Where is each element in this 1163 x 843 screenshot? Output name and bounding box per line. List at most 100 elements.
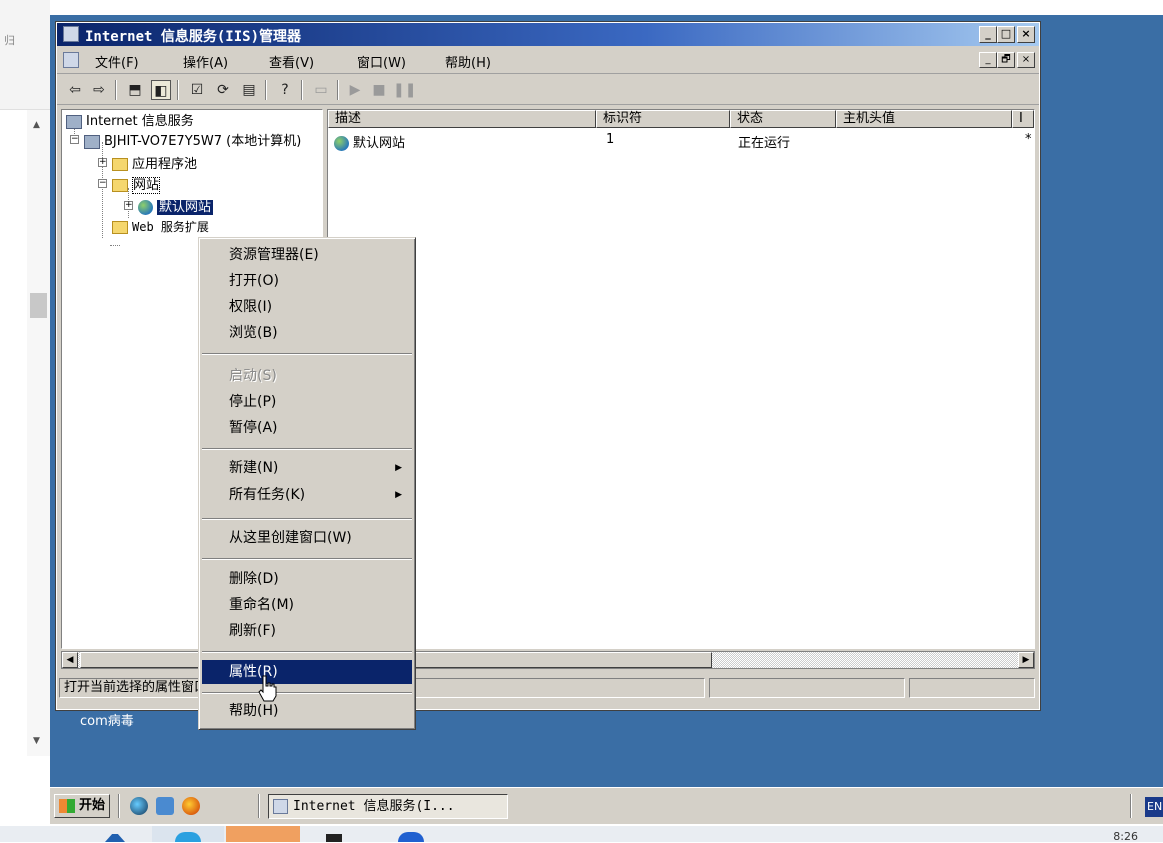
row-ip: * <box>1025 132 1032 147</box>
back-icon[interactable]: ⇦ <box>65 80 85 100</box>
menu-item-all-tasks[interactable]: 所有任务(K) ▶ <box>202 483 412 507</box>
menu-item-new[interactable]: 新建(N) ▶ <box>202 456 412 480</box>
mdi-restore-button[interactable]: 🗗 <box>997 52 1015 68</box>
menu-item-refresh[interactable]: 刷新(F) <box>202 619 412 643</box>
menu-item-rename[interactable]: 重命名(M) <box>202 593 412 617</box>
console-icon[interactable] <box>63 52 79 68</box>
menu-item-stop[interactable]: 停止(P) <box>202 390 412 414</box>
toolbar-separator <box>115 80 117 100</box>
host-peek-text: 归 <box>4 34 15 47</box>
collapse-websites-icon[interactable]: − <box>98 179 107 188</box>
folder-icon <box>112 179 128 192</box>
scroll-up-arrow-icon[interactable]: ▲ <box>33 120 40 130</box>
taskbar-iis-button[interactable]: Internet 信息服务(I... <box>268 794 508 819</box>
host-home-icon[interactable] <box>105 830 125 842</box>
website-globe-icon <box>138 200 153 215</box>
toolbar-separator <box>177 80 179 100</box>
export-icon[interactable]: ▤ <box>239 80 259 100</box>
scroll-down-arrow-icon[interactable]: ▼ <box>33 736 40 746</box>
menu-item-new-window[interactable]: 从这里创建窗口(W) <box>202 526 412 550</box>
column-header-ip[interactable]: I <box>1012 110 1034 128</box>
firefox-icon[interactable] <box>182 797 200 815</box>
status-panel <box>909 678 1035 698</box>
ie-icon[interactable] <box>130 797 148 815</box>
collapse-server-icon[interactable]: − <box>70 135 79 144</box>
menu-item-browse[interactable]: 浏览(B) <box>202 321 412 345</box>
menu-item-pause[interactable]: 暂停(A) <box>202 416 412 440</box>
up-folder-icon[interactable]: ⬒ <box>125 80 145 100</box>
menu-item-properties[interactable]: 属性(R) <box>202 660 412 684</box>
tree-node-web-ext[interactable]: Web 服务扩展 <box>112 218 209 235</box>
help-icon[interactable]: ? <box>275 80 295 100</box>
host-active-tile[interactable] <box>226 826 300 842</box>
mdi-minimize-button[interactable]: _ <box>979 52 997 68</box>
menu-help[interactable]: 帮助(H) <box>445 52 491 71</box>
close-button[interactable]: × <box>1017 26 1035 43</box>
tree-app-pools-label: 应用程序池 <box>132 157 198 172</box>
host-browser-icon[interactable] <box>175 832 201 842</box>
host-vertical-scrollbar[interactable]: ▲ ▼ <box>27 110 50 756</box>
menu-separator <box>202 692 412 694</box>
menu-action[interactable]: 操作(A) <box>183 52 228 71</box>
menu-item-permissions[interactable]: 权限(I) <box>202 295 412 319</box>
maximize-button[interactable]: □ <box>997 26 1015 43</box>
title-bar[interactable]: Internet 信息服务(IIS)管理器 _ □ × <box>57 23 1039 46</box>
column-header-identifier[interactable]: 标识符 <box>596 110 730 128</box>
menu-item-delete[interactable]: 删除(D) <box>202 567 412 591</box>
context-menu: 资源管理器(E) 打开(O) 权限(I) 浏览(B) 启动(S) 停止(P) 暂… <box>198 237 416 730</box>
refresh-icon[interactable]: ⟳ <box>213 80 233 100</box>
tree-websites-label: 网站 <box>132 177 161 194</box>
menu-item-label: 从这里创建窗口(W) <box>229 530 352 546</box>
properties-icon[interactable]: ☑ <box>187 80 207 100</box>
tree-node-default-site[interactable]: 默认网站 <box>138 196 214 215</box>
submenu-arrow-icon: ▶ <box>395 490 402 500</box>
language-indicator[interactable]: EN <box>1145 797 1163 817</box>
scroll-left-arrow-icon[interactable]: ◀ <box>62 652 78 668</box>
iis-root-icon <box>66 114 82 129</box>
expand-default-site-icon[interactable]: + <box>124 201 133 210</box>
tree-node-server[interactable]: BJHIT-VO7E7Y5W7 (本地计算机) <box>84 130 301 149</box>
host-app-icon[interactable] <box>398 832 424 842</box>
start-button[interactable]: 开始 <box>54 794 110 818</box>
menu-file[interactable]: 文件(F) <box>95 52 139 71</box>
show-desktop-icon[interactable] <box>156 797 174 815</box>
host-app-icon[interactable] <box>326 834 342 842</box>
menu-item-explore[interactable]: 资源管理器(E) <box>202 243 412 267</box>
list-pane[interactable]: 描述 标识符 状态 主机头值 I 默认网站 1 正在运行 * <box>327 109 1035 649</box>
menu-separator <box>202 518 412 520</box>
expand-app-pools-icon[interactable]: + <box>98 158 107 167</box>
table-row[interactable]: 默认网站 <box>334 132 405 151</box>
menu-window[interactable]: 窗口(W) <box>357 52 406 71</box>
row-description: 默认网站 <box>353 136 406 151</box>
column-header-host[interactable]: 主机头值 <box>836 110 1012 128</box>
menu-bar: 文件(F) 操作(A) 查看(V) 窗口(W) 帮助(H) _ 🗗 × <box>57 46 1039 74</box>
start-label: 开始 <box>79 798 106 813</box>
mdi-close-button[interactable]: × <box>1017 52 1035 68</box>
tree-node-websites[interactable]: 网站 <box>112 174 161 194</box>
menu-item-label: 权限(I) <box>229 299 273 315</box>
menu-item-label: 资源管理器(E) <box>229 247 319 263</box>
menu-item-help[interactable]: 帮助(H) <box>202 699 412 723</box>
scroll-thumb[interactable] <box>30 293 47 318</box>
tree-node-app-pools[interactable]: 应用程序池 <box>112 153 197 172</box>
server-icon <box>84 134 100 149</box>
desktop-icon-label[interactable]: com病毒 <box>80 710 134 729</box>
toolbar-separator <box>337 80 339 100</box>
tree-node-root[interactable]: Internet 信息服务 <box>66 110 194 129</box>
tree-line <box>110 245 120 246</box>
menu-item-open[interactable]: 打开(O) <box>202 269 412 293</box>
taskbar-separator <box>118 794 120 818</box>
forward-icon[interactable]: ⇨ <box>89 80 109 100</box>
menu-item-start: 启动(S) <box>202 364 412 388</box>
minimize-button[interactable]: _ <box>979 26 997 43</box>
menu-view[interactable]: 查看(V) <box>269 52 314 71</box>
column-header-status[interactable]: 状态 <box>730 110 836 128</box>
column-header-description[interactable]: 描述 <box>328 110 596 128</box>
hand-cursor-icon <box>258 675 277 702</box>
scroll-right-arrow-icon[interactable]: ▶ <box>1018 652 1034 668</box>
show-tree-icon[interactable]: ◧ <box>151 80 171 100</box>
pause-icon: ❚❚ <box>393 82 417 98</box>
menu-separator <box>202 558 412 560</box>
computer-icon: ▭ <box>314 82 328 98</box>
menu-item-label: 启动(S) <box>229 368 277 384</box>
